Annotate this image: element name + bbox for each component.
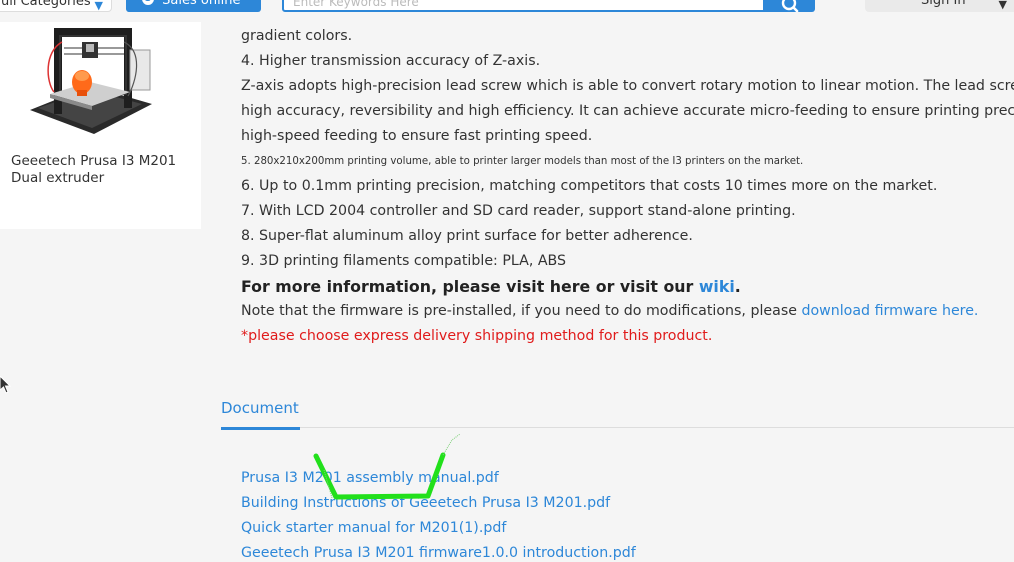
description-line: 9. 3D printing filaments compatible: PLA… [241, 253, 567, 269]
product-description: gradient colors. 4. Higher transmission … [201, 22, 1014, 562]
description-line: 8. Super-flat aluminum alloy print surfa… [241, 228, 693, 244]
search-input[interactable]: Enter Keywords Here [282, 0, 765, 12]
description-line: high-speed feeding to ensure fast printi… [241, 128, 593, 144]
description-line: 4. Higher transmission accuracy of Z-axi… [241, 53, 541, 69]
sales-online-button[interactable]: S Sales online [126, 0, 261, 12]
description-line: gradient colors. [241, 28, 353, 44]
description-line: 7. With LCD 2004 controller and SD card … [241, 203, 796, 219]
firmware-text: Note that the firmware is pre-installed,… [241, 303, 797, 319]
sign-in-label: Sign In [921, 0, 966, 8]
more-info-line: For more information, please visit here … [241, 277, 741, 296]
description-line: 6. Up to 0.1mm printing precision, match… [241, 178, 938, 194]
wiki-link[interactable]: wiki [699, 277, 735, 296]
product-name-link[interactable]: Geeetech Prusa I3 M201 Dual extruder [11, 153, 191, 187]
cursor-icon [0, 376, 12, 394]
more-info-text: For more information, please visit here … [241, 277, 694, 296]
chevron-down-icon: ▼ [998, 0, 1007, 11]
description-line: 5. 280x210x200mm printing volume, able t… [241, 156, 804, 167]
more-info-end: . [734, 277, 741, 296]
top-bar: ull Categories ▼ S Sales online Enter Ke… [0, 0, 1014, 22]
category-label: ull Categories [1, 0, 91, 9]
search-button[interactable] [764, 0, 815, 12]
search-icon [781, 0, 799, 12]
document-link[interactable]: Building Instructions of Geeetech Prusa … [241, 495, 610, 511]
document-link[interactable]: Quick starter manual for M201(1).pdf [241, 520, 506, 536]
shipping-notice: *please choose express delivery shipping… [241, 328, 713, 344]
document-link[interactable]: Prusa I3 M201 assembly manual.pdf [241, 470, 499, 486]
tab-active-indicator [221, 427, 300, 430]
tab-document[interactable]: Document [221, 399, 299, 417]
sales-online-label: Sales online [162, 0, 241, 8]
skype-icon: S [142, 0, 154, 5]
category-dropdown[interactable]: ull Categories ▼ [0, 0, 112, 12]
related-product-card[interactable]: Geeetech Prusa I3 M201 Dual extruder [0, 22, 201, 229]
firmware-note: Note that the firmware is pre-installed,… [241, 303, 978, 319]
search-placeholder: Enter Keywords Here [293, 0, 419, 9]
description-line: Z-axis adopts high-precision lead screw … [241, 78, 1014, 94]
sign-in-button[interactable]: Sign In ▼ [865, 0, 1014, 12]
tab-divider [300, 427, 1014, 428]
document-link[interactable]: Geeetech Prusa I3 M201 firmware1.0.0 int… [241, 545, 636, 561]
product-image[interactable] [24, 22, 156, 140]
download-firmware-link[interactable]: download firmware here. [801, 303, 978, 319]
chevron-down-icon: ▼ [94, 0, 103, 12]
description-line: high accuracy, reversibility and high ef… [241, 103, 1014, 119]
